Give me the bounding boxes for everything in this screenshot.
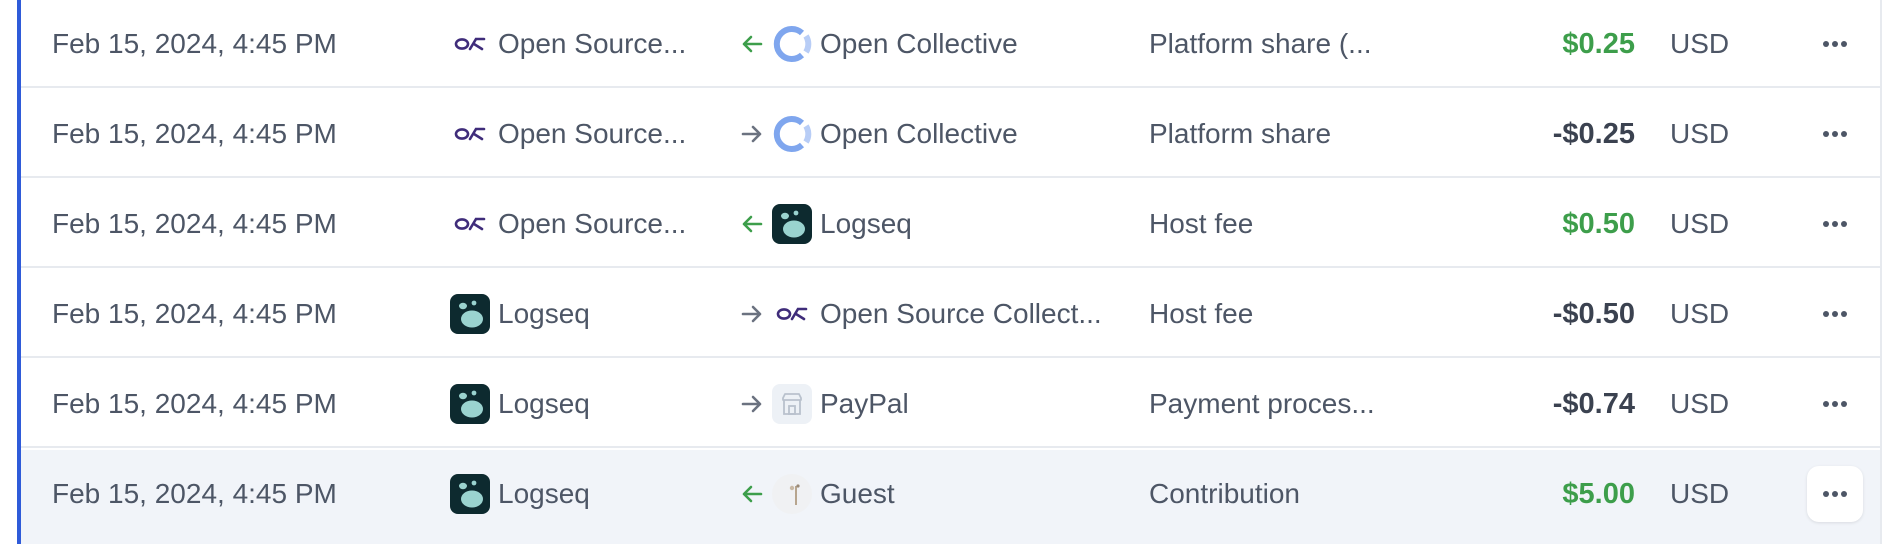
arrow-left-icon — [732, 450, 772, 538]
transaction-date: Feb 15, 2024, 4:45 PM — [52, 208, 337, 239]
transaction-currency: USD — [1670, 28, 1730, 59]
to-account-name: Open Collective — [820, 28, 1018, 59]
transaction-amount: -$0.50 — [1552, 297, 1635, 330]
transactions-table: Feb 15, 2024, 4:45 PM Open Source... Ope… — [0, 0, 1882, 544]
from-account-name: Open Source... — [498, 208, 687, 239]
osc-logo-icon — [450, 24, 490, 64]
arrow-right-icon — [732, 270, 772, 358]
more-horizontal-icon[interactable] — [1807, 106, 1863, 162]
paypal-building-icon — [772, 384, 812, 424]
transaction-date: Feb 15, 2024, 4:45 PM — [52, 478, 337, 509]
more-horizontal-icon[interactable] — [1807, 286, 1863, 342]
logseq-logo-icon — [450, 384, 490, 424]
row-actions-button[interactable] — [1807, 0, 1863, 88]
osc-logo-icon — [450, 204, 490, 244]
table-row[interactable]: Feb 15, 2024, 4:45 PM Logseq PayPal Paym… — [17, 360, 1880, 448]
transaction-description: Host fee — [1149, 208, 1254, 239]
to-account[interactable]: Logseq — [772, 180, 912, 268]
transaction-description: Platform share (... — [1149, 28, 1372, 59]
from-account-name: Logseq — [498, 298, 590, 329]
to-account-name: Open Source Collect... — [820, 298, 1102, 329]
transaction-amount: -$0.74 — [1552, 387, 1635, 420]
more-horizontal-icon[interactable] — [1807, 376, 1863, 432]
to-account-name: Guest — [820, 478, 895, 509]
transaction-description: Contribution — [1149, 478, 1300, 509]
transaction-date: Feb 15, 2024, 4:45 PM — [52, 118, 337, 149]
from-account[interactable]: Open Source... — [450, 180, 686, 268]
transaction-amount: -$0.25 — [1552, 117, 1635, 150]
to-account-name: PayPal — [820, 388, 909, 419]
table-row[interactable]: Feb 15, 2024, 4:45 PM Open Source... Ope… — [17, 90, 1880, 178]
row-actions-button[interactable] — [1807, 90, 1863, 178]
transaction-date: Feb 15, 2024, 4:45 PM — [52, 298, 337, 329]
open-collective-logo-icon — [772, 24, 812, 64]
osc-logo-icon — [772, 294, 812, 334]
transaction-date: Feb 15, 2024, 4:45 PM — [52, 28, 337, 59]
more-horizontal-icon[interactable] — [1807, 466, 1863, 522]
from-account[interactable]: Logseq — [450, 360, 590, 448]
table-row[interactable]: Feb 15, 2024, 4:45 PM Logseq Guest Contr… — [17, 450, 1880, 544]
transaction-amount: $5.00 — [1562, 477, 1635, 510]
guest-avatar-icon — [772, 474, 812, 514]
to-account-name: Logseq — [820, 208, 912, 239]
selection-accent-bar — [17, 0, 21, 544]
to-account-name: Open Collective — [820, 118, 1018, 149]
from-account-name: Logseq — [498, 388, 590, 419]
arrow-right-icon — [732, 360, 772, 448]
row-actions-button[interactable] — [1807, 360, 1863, 448]
to-account[interactable]: PayPal — [772, 360, 909, 448]
logseq-logo-icon — [450, 474, 490, 514]
arrow-right-icon — [732, 90, 772, 178]
open-collective-logo-icon — [772, 114, 812, 154]
from-account-name: Open Source... — [498, 28, 687, 59]
table-row[interactable]: Feb 15, 2024, 4:45 PM Open Source... Ope… — [17, 0, 1880, 88]
from-account[interactable]: Open Source... — [450, 0, 686, 88]
transaction-currency: USD — [1670, 478, 1730, 509]
osc-logo-icon — [450, 114, 490, 154]
logseq-logo-icon — [450, 294, 490, 334]
to-account[interactable]: Open Source Collect... — [772, 270, 1102, 358]
transaction-date: Feb 15, 2024, 4:45 PM — [52, 388, 337, 419]
transaction-currency: USD — [1670, 118, 1730, 149]
table-row[interactable]: Feb 15, 2024, 4:45 PM Logseq Open Source… — [17, 270, 1880, 358]
transaction-amount: $0.25 — [1562, 27, 1635, 60]
arrow-left-icon — [732, 180, 772, 268]
transaction-currency: USD — [1670, 208, 1730, 239]
more-horizontal-icon[interactable] — [1807, 196, 1863, 252]
arrow-left-icon — [732, 0, 772, 88]
row-actions-button[interactable] — [1807, 450, 1863, 538]
table-right-border — [1880, 0, 1882, 544]
row-actions-button[interactable] — [1807, 180, 1863, 268]
to-account[interactable]: Open Collective — [772, 90, 1018, 178]
transaction-description: Payment proces... — [1149, 388, 1375, 419]
to-account[interactable]: Open Collective — [772, 0, 1018, 88]
transaction-amount: $0.50 — [1562, 207, 1635, 240]
row-actions-button[interactable] — [1807, 270, 1863, 358]
from-account[interactable]: Logseq — [450, 270, 590, 358]
logseq-logo-icon — [772, 204, 812, 244]
transaction-description: Platform share — [1149, 118, 1332, 149]
from-account[interactable]: Logseq — [450, 450, 590, 538]
from-account-name: Logseq — [498, 478, 590, 509]
transaction-description: Host fee — [1149, 298, 1254, 329]
from-account[interactable]: Open Source... — [450, 90, 686, 178]
transaction-currency: USD — [1670, 298, 1730, 329]
from-account-name: Open Source... — [498, 118, 687, 149]
table-row[interactable]: Feb 15, 2024, 4:45 PM Open Source... Log… — [17, 180, 1880, 268]
to-account[interactable]: Guest — [772, 450, 895, 538]
transaction-currency: USD — [1670, 388, 1730, 419]
more-horizontal-icon[interactable] — [1807, 16, 1863, 72]
